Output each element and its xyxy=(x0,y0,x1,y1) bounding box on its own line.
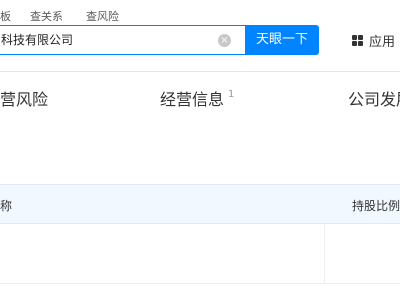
section-tabs: 营风险 经营信息1 公司发展 xyxy=(0,72,400,120)
search-box: 科技有限公司 × xyxy=(0,25,245,55)
tab-operation-risk[interactable]: 营风险 xyxy=(0,86,48,110)
grid-icon xyxy=(352,34,363,46)
quick-link-board[interactable]: 板 xyxy=(0,8,11,24)
search-button[interactable]: 天眼一下 xyxy=(245,25,319,55)
tab-label: 公司发展 xyxy=(348,90,400,109)
tab-label: 经营信息 xyxy=(160,90,225,109)
content-area xyxy=(0,120,400,184)
table-row xyxy=(0,224,400,284)
tab-company-development[interactable]: 公司发展 xyxy=(348,86,400,110)
tab-label: 营风险 xyxy=(0,90,49,109)
tab-business-info[interactable]: 经营信息 1 xyxy=(160,86,234,110)
column-header-share-ratio: 持股比例 xyxy=(352,199,400,213)
page: 板 查关系 查风险 科技有限公司 × 天眼一下 应用 营风险 经营信息 1 公司发… xyxy=(0,0,400,300)
apps-button[interactable]: 应用 xyxy=(352,31,396,50)
quick-link-relations[interactable]: 查关系 xyxy=(30,8,63,24)
apps-label: 应用 xyxy=(369,34,396,50)
search-input[interactable]: 科技有限公司 xyxy=(1,26,206,54)
column-divider xyxy=(324,224,325,283)
tab-count: 1 xyxy=(228,89,235,100)
clear-search-icon[interactable]: × xyxy=(218,34,231,47)
column-header-name: 称 xyxy=(0,199,13,213)
quick-link-risk[interactable]: 查风险 xyxy=(86,8,119,24)
table-header: 称 持股比例 xyxy=(0,184,400,224)
